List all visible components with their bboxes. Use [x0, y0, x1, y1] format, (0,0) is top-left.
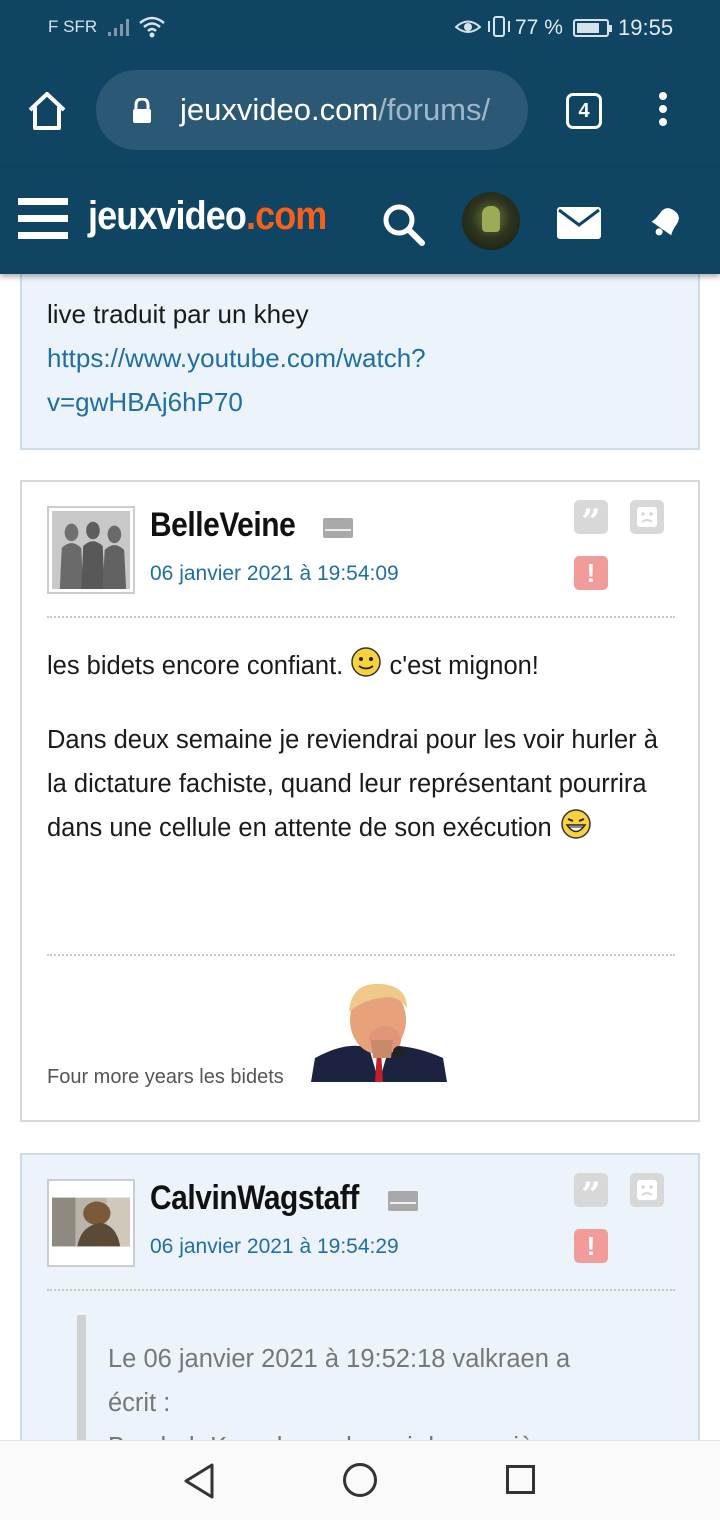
post-author[interactable]: CalvinWagstaff: [150, 1179, 359, 1218]
logo-main: jeuxvideo: [88, 194, 247, 238]
logo-domain: .com: [245, 194, 327, 238]
quote-block: Le 06 janvier 2021 à 19:52:18 valkraen a…: [77, 1315, 677, 1440]
bell-icon[interactable]: [646, 202, 686, 242]
sad-icon[interactable]: [630, 1173, 664, 1207]
post-link[interactable]: https://www.youtube.com/watch?: [47, 336, 426, 380]
post-date[interactable]: 06 janvier 2021 à 19:54:29: [150, 1235, 399, 1259]
quote-line: écrit :: [108, 1389, 171, 1417]
vibrate-icon: [488, 16, 510, 37]
address-bar[interactable]: jeuxvideo.com/forums/: [96, 70, 528, 150]
post-link[interactable]: v=gwHBAj6hP70: [47, 380, 426, 424]
forum-thread: live traduit par un khey https://www.you…: [0, 274, 720, 1440]
carrier-label: F SFR: [48, 17, 98, 36]
quote-text: Le 06 janvier 2021 à 19:52:18 valkraen a…: [108, 1337, 668, 1440]
post-text: live traduit par un khey: [47, 299, 309, 329]
quote-line: Le 06 janvier 2021 à 19:52:18 valkraen a: [108, 1345, 571, 1373]
search-icon[interactable]: [381, 202, 427, 248]
divider: [47, 1289, 675, 1291]
forum-post: BelleVeine 06 janvier 2021 à 19:54:09 ” …: [20, 480, 700, 1122]
recent-apps-icon[interactable]: [506, 1465, 535, 1494]
post-body: les bidets encore confiant. c'est mignon…: [47, 644, 677, 688]
back-icon[interactable]: [180, 1461, 220, 1501]
mail-icon[interactable]: [557, 207, 601, 239]
url-domain: jeuxvideo.com: [180, 92, 379, 127]
tabs-icon[interactable]: 4: [566, 93, 602, 129]
smiley-icon: [351, 647, 382, 677]
report-button[interactable]: !: [574, 556, 608, 590]
divider: [47, 616, 675, 618]
report-button[interactable]: !: [574, 1229, 608, 1263]
post-date[interactable]: 06 janvier 2021 à 19:54:09: [150, 562, 399, 586]
user-avatar[interactable]: [47, 506, 135, 594]
avatar[interactable]: [462, 192, 520, 250]
signature-image: [311, 978, 447, 1082]
forum-post: live traduit par un khey https://www.you…: [20, 274, 700, 450]
eye-comfort-icon: [455, 20, 481, 33]
status-bar: F SFR 77 % 19:55: [0, 0, 720, 56]
home-icon[interactable]: [343, 1463, 377, 1497]
quote-button[interactable]: ”: [574, 500, 608, 542]
post-text: les bidets encore confiant.: [47, 652, 344, 680]
post-author[interactable]: BelleVeine: [150, 506, 296, 545]
site-header: jeuxvideo.com: [0, 168, 720, 274]
laughing-smiley-icon: [561, 809, 591, 839]
system-nav-bar: [0, 1440, 720, 1520]
hamburger-icon[interactable]: [18, 198, 68, 240]
site-logo[interactable]: jeuxvideo.com: [88, 194, 327, 239]
url-text: jeuxvideo.com/forums/: [180, 92, 490, 128]
signal-icon: [108, 19, 129, 36]
post-body: live traduit par un khey https://www.you…: [47, 292, 426, 424]
home-icon[interactable]: [26, 90, 68, 132]
browser-toolbar: jeuxvideo.com/forums/ 4: [0, 56, 720, 168]
post-text: c'est mignon!: [389, 652, 539, 680]
clock: 19:55: [618, 15, 674, 40]
signature-text: Four more years les bidets: [47, 1066, 284, 1088]
menu-icon[interactable]: [656, 92, 670, 132]
private-message-icon[interactable]: [388, 1191, 418, 1211]
battery-percent: 77 %: [515, 16, 563, 39]
wifi-icon: [139, 16, 165, 38]
quote-button[interactable]: ”: [574, 1173, 608, 1215]
sad-icon[interactable]: [630, 500, 664, 534]
lock-icon: [133, 98, 151, 123]
post-body: Dans deux semaine je reviendrai pour les…: [47, 718, 677, 850]
divider: [47, 954, 675, 956]
url-path: /forums/: [378, 92, 491, 127]
user-avatar[interactable]: [47, 1179, 135, 1267]
battery-icon: [573, 19, 612, 37]
forum-post: CalvinWagstaff 06 janvier 2021 à 19:54:2…: [20, 1153, 700, 1440]
quote-line: Bon bah Kamala va devenir la première: [108, 1425, 668, 1440]
private-message-icon[interactable]: [323, 518, 353, 538]
